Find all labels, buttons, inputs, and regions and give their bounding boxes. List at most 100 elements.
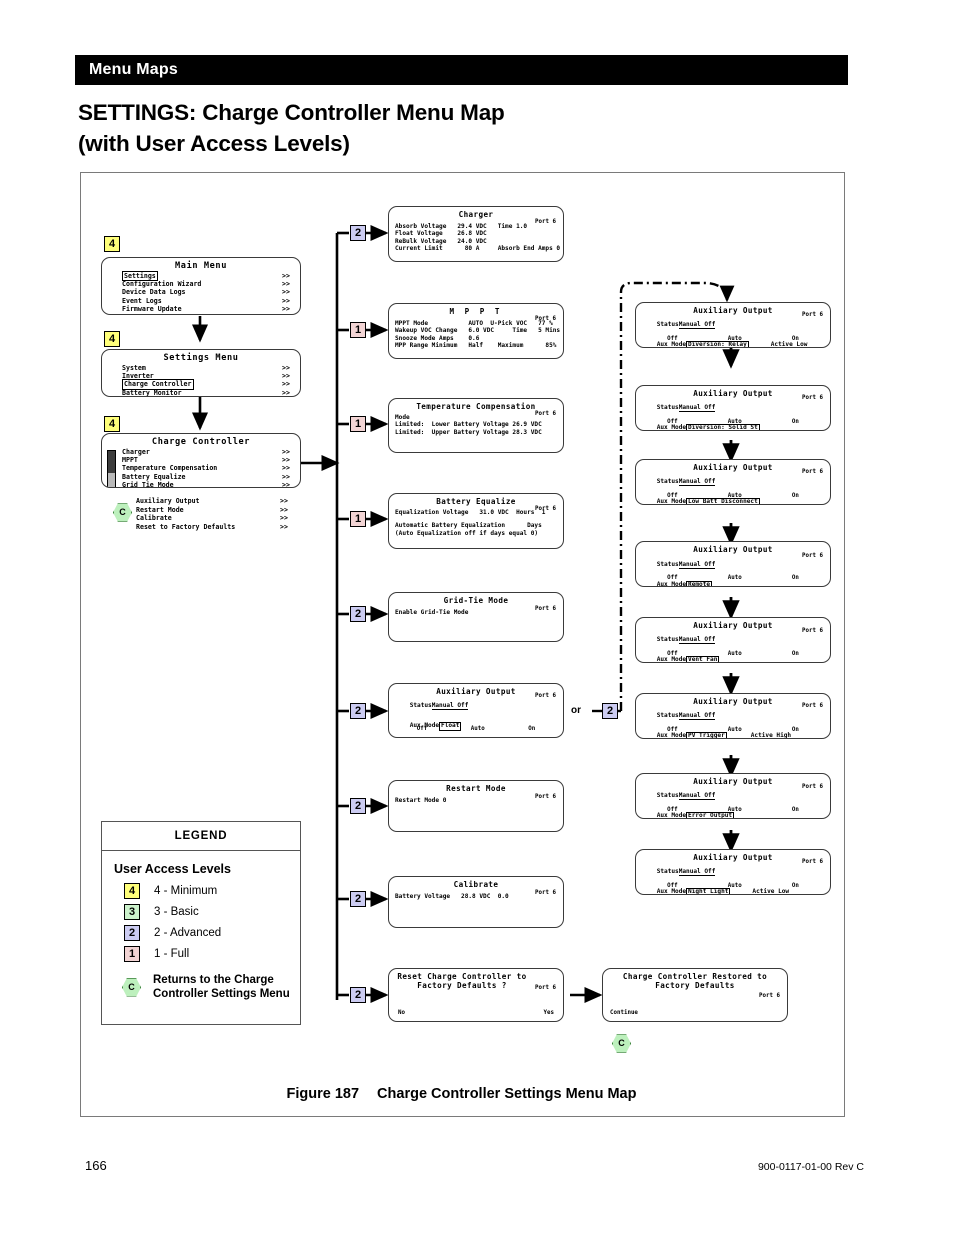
screen-button-bar: No Yes [398, 1010, 554, 1017]
menu-row[interactable]: Grid Tie Mode >> [108, 481, 294, 488]
button-auto[interactable]: Auto [728, 336, 742, 343]
screen-status-row: StatusManual Off [642, 556, 824, 574]
menu-row[interactable]: Charge Controller >> [108, 379, 294, 390]
screen-aux-pv-trigger[interactable]: Auxiliary Output Port 6 StatusManual Off… [635, 693, 831, 739]
screen-aux-low-batt-disconnect[interactable]: Auxiliary Output Port 6 StatusManual Off… [635, 459, 831, 505]
screen-title: Calibrate [453, 880, 499, 889]
button-off[interactable]: Off [667, 419, 677, 426]
button-on[interactable]: On [792, 651, 799, 658]
figure-caption-text: Charge Controller Settings Menu Map [377, 1086, 637, 1102]
menu-row[interactable]: Battery Equalize >> [108, 473, 294, 481]
mode-value[interactable]: Remote [686, 581, 713, 586]
screen-charge-controller-menu[interactable]: Charge Controller Charger >> MPPT >> Tem… [101, 433, 301, 488]
legend-label-3: 3 - Basic [154, 905, 199, 918]
screen-temperature-compensation[interactable]: Temperature Compensation Port 6 Mode Lim… [388, 398, 564, 453]
button-on[interactable]: On [792, 419, 799, 426]
screen-aux-night-light[interactable]: Auxiliary Output Port 6 StatusManual Off… [635, 849, 831, 895]
button-off[interactable]: Off [667, 575, 677, 582]
port-label: Port 6 [535, 219, 556, 225]
screen-reset-done[interactable]: Charge Controller Restored to Factory De… [602, 968, 788, 1022]
chevron-right-icon: >> [282, 481, 290, 488]
button-on[interactable]: On [792, 807, 799, 814]
screen-reset-prompt[interactable]: Reset Charge Controller to Factory Defau… [388, 968, 564, 1022]
screen-title: Auxiliary Output [436, 687, 516, 696]
menu-row[interactable]: System >> [108, 364, 294, 372]
button-auto[interactable]: Auto [471, 726, 485, 733]
button-yes[interactable]: Yes [544, 1010, 554, 1017]
screen-row: ReBulk Voltage 24.0 VDC [395, 237, 487, 245]
scrollbar-thumb[interactable] [108, 451, 115, 473]
menu-row[interactable]: Temperature Compensation >> [108, 464, 294, 472]
access-badge-reset-factory: 2 [350, 987, 366, 1003]
button-off[interactable]: Off [667, 807, 677, 814]
legend-return-text: Returns to the Charge Controller Setting… [153, 973, 290, 1002]
screen-restart-mode[interactable]: Restart Mode Port 6 Restart Mode 0 [388, 780, 564, 832]
menu-row-label: Temperature Compensation [122, 464, 218, 473]
screen-row: Battery Voltage 28.8 VDC 0.0 [395, 892, 509, 900]
screen-row: Automatic Battery Equalization Days [395, 522, 542, 530]
button-off[interactable]: Off [667, 336, 677, 343]
port-label: Port 6 [802, 312, 823, 318]
menu-row[interactable]: Calibrate >> [136, 514, 288, 523]
screen-battery-equalize[interactable]: Battery Equalize Port 6 Equalization Vol… [388, 493, 564, 549]
button-on[interactable]: On [792, 883, 799, 890]
screen-grid-tie-mode[interactable]: Grid-Tie Mode Port 6 Enable Grid-Tie Mod… [388, 592, 564, 642]
button-auto[interactable]: Auto [728, 651, 742, 658]
menu-row[interactable]: Restart Mode >> [136, 506, 288, 515]
button-off[interactable]: Off [667, 727, 677, 734]
status-label: Status [656, 867, 679, 875]
screen-status-row: StatusManual Off [642, 399, 824, 417]
screen-calibrate[interactable]: Calibrate Port 6 Battery Voltage 28.8 VD… [388, 876, 564, 928]
button-on[interactable]: On [792, 336, 799, 343]
button-no[interactable]: No [398, 1010, 405, 1017]
button-off[interactable]: Off [417, 726, 427, 733]
port-label: Port 6 [535, 316, 556, 322]
port-label: Port 6 [802, 469, 823, 475]
screen-aux-diversion-solid-state[interactable]: Auxiliary Output Port 6 StatusManual Off… [635, 385, 831, 431]
button-off[interactable]: Off [667, 883, 677, 890]
menu-row[interactable]: MPPT >> [108, 456, 294, 464]
charge-controller-sublist[interactable]: Auxiliary Output >> Restart Mode >> Cali… [136, 497, 288, 532]
legend-panel: LEGEND User Access Levels 4 4 - Minimum … [101, 821, 301, 1025]
screen-settings-menu[interactable]: Settings Menu System >> Inverter >> Char… [101, 349, 301, 397]
menu-row[interactable]: Charger >> [108, 448, 294, 456]
button-auto[interactable]: Auto [728, 575, 742, 582]
button-auto[interactable]: Auto [728, 727, 742, 734]
screen-aux-output-float[interactable]: Auxiliary Output Port 6 StatusManual Off… [388, 683, 564, 738]
screen-title: Battery Equalize [436, 497, 516, 506]
scrollbar[interactable] [107, 450, 116, 487]
menu-row[interactable]: Settings >> [108, 270, 294, 282]
button-auto[interactable]: Auto [728, 493, 742, 500]
menu-row[interactable]: Reset to Factory Defaults >> [136, 523, 288, 532]
menu-row[interactable]: Device Data Logs >> [108, 288, 294, 296]
button-auto[interactable]: Auto [728, 883, 742, 890]
button-auto[interactable]: Auto [728, 419, 742, 426]
button-off[interactable]: Off [667, 493, 677, 500]
menu-row[interactable]: Configuration Wizard >> [108, 280, 294, 288]
button-off[interactable]: Off [667, 651, 677, 658]
screen-aux-vent-fan[interactable]: Auxiliary Output Port 6 StatusManual Off… [635, 617, 831, 663]
menu-row[interactable]: Firmware Update >> [108, 305, 294, 313]
button-on[interactable]: On [792, 493, 799, 500]
menu-row[interactable]: Battery Monitor >> [108, 389, 294, 396]
screen-aux-remote[interactable]: Auxiliary Output Port 6 StatusManual Off… [635, 541, 831, 587]
screen-mppt[interactable]: M P P T Port 6 MPPT Mode AUTO U-Pick VOC… [388, 303, 564, 359]
screen-aux-diversion-relay[interactable]: Auxiliary Output Port 6 StatusManual Off… [635, 302, 831, 348]
screen-aux-error-output[interactable]: Auxiliary Output Port 6 StatusManual Off… [635, 773, 831, 819]
button-on[interactable]: On [528, 726, 535, 733]
button-auto[interactable]: Auto [728, 807, 742, 814]
screen-main-menu[interactable]: Main Menu Settings >> Configuration Wiza… [101, 257, 301, 315]
screen-charger[interactable]: Charger Port 6 Absorb Voltage 29.4 VDC T… [388, 206, 564, 262]
status-label: Status [656, 711, 679, 719]
legend-heading: LEGEND [102, 822, 300, 851]
screen-title: Charge Controller [151, 437, 251, 447]
button-on[interactable]: On [792, 727, 799, 734]
screen-row: Enable Grid-Tie Mode [395, 608, 469, 616]
menu-row-label: System [122, 363, 146, 372]
menu-row[interactable]: Event Logs >> [108, 297, 294, 305]
menu-row[interactable]: Auxiliary Output >> [136, 497, 288, 506]
button-continue[interactable]: Continue [610, 1010, 638, 1017]
button-on[interactable]: On [792, 575, 799, 582]
status-value: Manual Off [678, 477, 716, 486]
status-value: Manual Off [678, 711, 716, 720]
